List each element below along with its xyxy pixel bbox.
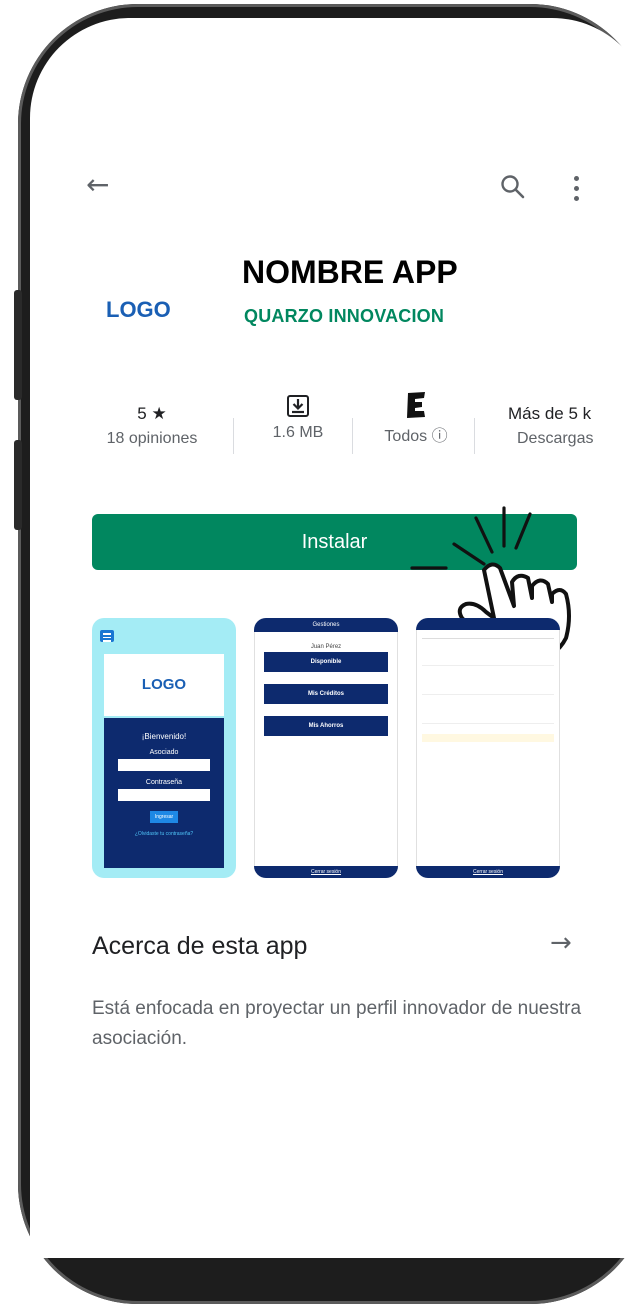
download-icon <box>287 395 309 417</box>
divider <box>352 418 353 454</box>
app-title: NOMBRE APP <box>242 254 458 290</box>
welcome-text: ¡Bienvenido! <box>141 732 187 741</box>
divider <box>474 418 475 454</box>
pass-field <box>118 789 210 801</box>
menu-icon <box>100 630 114 642</box>
forgot-link: ¿Olvidaste tu contraseña? <box>134 831 194 837</box>
developer-link[interactable]: QUARZO INNOVACION <box>244 306 444 327</box>
arrow-right-icon[interactable]: → <box>550 928 572 958</box>
more-vert-icon[interactable] <box>574 176 580 201</box>
downloads-label: Descargas <box>517 430 594 447</box>
user-label: Asociado <box>149 749 179 756</box>
screenshot-row <box>422 697 554 724</box>
screenshot-btn: Mis Ahorros <box>264 716 388 736</box>
downloads-stat: Más de 5 k Descargas <box>488 404 641 448</box>
screenshot-notice <box>422 734 554 742</box>
volume-button <box>14 290 22 400</box>
screenshot-row <box>422 668 554 695</box>
screenshot-footer: Cerrar sesión <box>416 866 560 878</box>
login-button-label: Ingresar <box>154 814 174 820</box>
power-button <box>14 440 22 530</box>
screenshot-footer: Cerrar sesión <box>254 866 398 878</box>
login-button: Ingresar <box>150 811 178 823</box>
size-stat: 1.6 MB <box>248 394 348 442</box>
rating-stat: 5 ★ 18 opiniones <box>92 404 212 448</box>
downloads-value: Más de 5 k <box>508 404 592 423</box>
screenshot-user: Juan Pérez <box>310 644 342 650</box>
user-field <box>118 759 210 771</box>
screenshot-btn: Disponible <box>264 652 388 672</box>
back-arrow-icon[interactable]: ← <box>86 168 109 201</box>
app-logo: LOGO <box>106 297 171 322</box>
screenshot-header: Gestiones <box>254 618 398 632</box>
divider <box>233 418 234 454</box>
screenshot-btn: Mis Créditos <box>264 684 388 704</box>
phone-screen: ← LOGO NOMBRE APP QUARZO INNOVACION 5 ★ … <box>30 18 641 1258</box>
install-label: Instalar <box>301 530 368 553</box>
screenshot-2[interactable]: Gestiones Juan Pérez Disponible Mis Créd… <box>254 618 398 878</box>
about-description: Está enfocada en proyectar un perfil inn… <box>92 998 582 1049</box>
reviews-count: 18 opiniones <box>106 430 198 447</box>
login-panel: ¡Bienvenido! Asociado Contraseña Ingresa… <box>104 718 224 868</box>
everyone-rating-icon <box>407 392 425 418</box>
logo-area: LOGO <box>104 654 224 716</box>
screenshot-3[interactable]: Cerrar sesión <box>416 618 560 878</box>
content-rating: Todos ⓘ <box>384 428 448 445</box>
screenshot-header <box>416 618 560 630</box>
screenshot-1[interactable]: LOGO ¡Bienvenido! Asociado Contraseña In… <box>92 618 236 878</box>
app-size: 1.6 MB <box>272 424 324 441</box>
search-icon[interactable] <box>500 174 526 200</box>
rating-value: 5 ★ <box>137 404 167 423</box>
pass-label: Contraseña <box>145 779 183 786</box>
content-rating-stat[interactable]: Todos ⓘ <box>366 392 466 446</box>
about-title[interactable]: Acerca de esta app <box>92 932 307 961</box>
screenshot-row <box>422 638 554 666</box>
screenshot-logo: LOGO <box>141 676 187 693</box>
